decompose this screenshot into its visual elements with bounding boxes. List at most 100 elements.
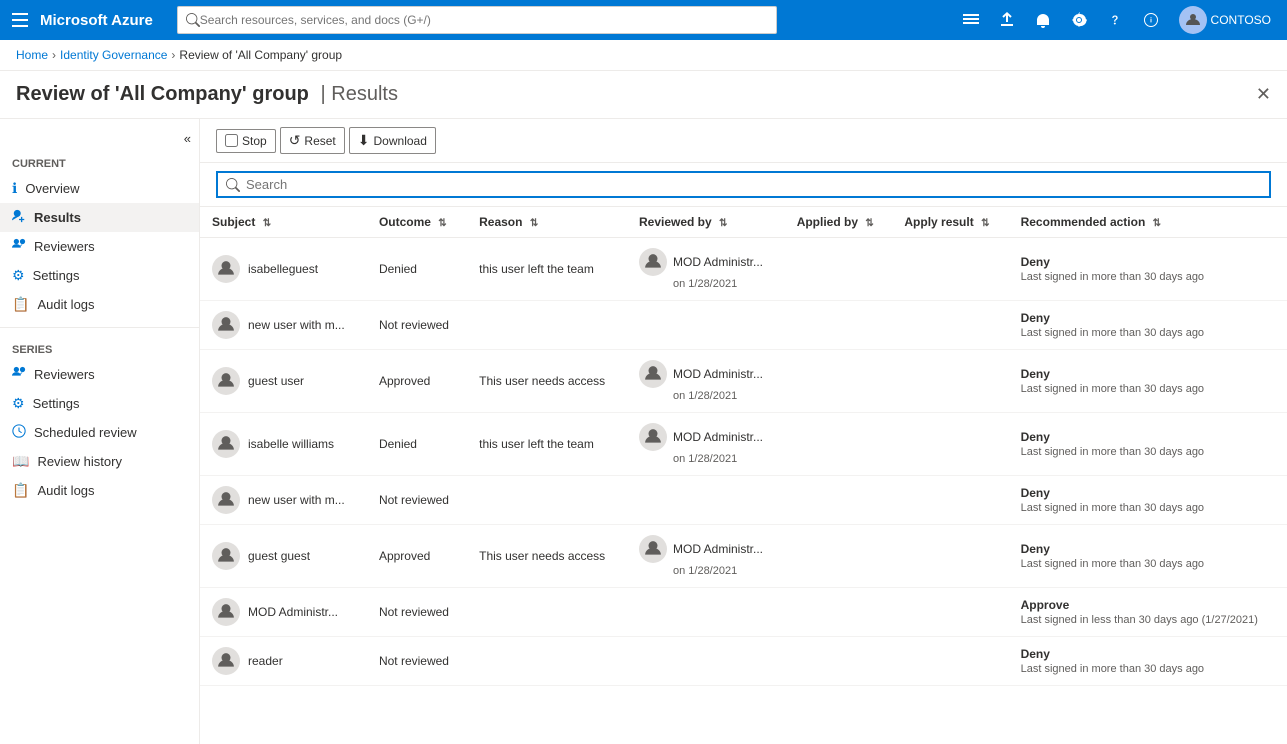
cell-subject: isabelle williams bbox=[200, 413, 367, 476]
cell-reviewed-by: MOD Administr... on 1/28/2021 bbox=[627, 238, 785, 301]
rec-label: Deny bbox=[1021, 486, 1275, 500]
stop-checkbox[interactable] bbox=[225, 134, 238, 147]
results-table: Subject ⇅ Outcome ⇅ Reason ⇅ Reviewed bbox=[200, 207, 1287, 686]
col-apply-result[interactable]: Apply result ⇅ bbox=[892, 207, 1008, 238]
subject-name: reader bbox=[248, 654, 283, 668]
review-date: on 1/28/2021 bbox=[639, 565, 773, 577]
user-area[interactable]: CONTOSO bbox=[1171, 6, 1279, 34]
sidebar-item-review-history[interactable]: 📖 Review history bbox=[0, 447, 199, 476]
rec-label: Deny bbox=[1021, 542, 1275, 556]
subject-avatar bbox=[212, 598, 240, 626]
col-rec-action[interactable]: Recommended action ⇅ bbox=[1009, 207, 1287, 238]
table-row: MOD Administr...Not reviewedApproveLast … bbox=[200, 588, 1287, 637]
sidebar-results-label: Results bbox=[34, 210, 81, 225]
subject-avatar bbox=[212, 311, 240, 339]
feedback-icon[interactable] bbox=[1135, 4, 1167, 36]
col-applied-by[interactable]: Applied by ⇅ bbox=[785, 207, 893, 238]
cell-apply-result bbox=[892, 413, 1008, 476]
cell-subject: MOD Administr... bbox=[200, 588, 367, 637]
cell-applied-by bbox=[785, 588, 893, 637]
table-row: new user with m...Not reviewedDenyLast s… bbox=[200, 476, 1287, 525]
subject-avatar bbox=[212, 647, 240, 675]
upload-icon[interactable] bbox=[991, 4, 1023, 36]
breadcrumb-home[interactable]: Home bbox=[16, 48, 48, 62]
cell-reason bbox=[467, 301, 627, 350]
sidebar-item-reviewers-series[interactable]: Reviewers bbox=[0, 360, 199, 389]
cell-subject: new user with m... bbox=[200, 301, 367, 350]
breadcrumb-identity-governance[interactable]: Identity Governance bbox=[60, 48, 167, 62]
col-subject[interactable]: Subject ⇅ bbox=[200, 207, 367, 238]
table-row: new user with m...Not reviewedDenyLast s… bbox=[200, 301, 1287, 350]
sidebar-collapse[interactable]: « bbox=[0, 127, 199, 150]
hamburger-menu[interactable] bbox=[8, 9, 32, 31]
cell-reviewed-by: MOD Administr...on 1/28/2021 bbox=[627, 413, 785, 476]
sidebar-item-audit-current[interactable]: 📋 Audit logs bbox=[0, 290, 199, 319]
reviewers-series-icon bbox=[12, 366, 26, 383]
sidebar-history-label: Review history bbox=[37, 454, 122, 469]
notifications-icon[interactable] bbox=[1027, 4, 1059, 36]
breadcrumb-sep1: › bbox=[52, 48, 56, 62]
table-search-input[interactable] bbox=[246, 177, 1261, 192]
sidebar-item-scheduled-review[interactable]: Scheduled review bbox=[0, 418, 199, 447]
collapse-icon[interactable]: « bbox=[184, 131, 191, 146]
sort-reviewed-icon[interactable]: ⇅ bbox=[719, 218, 727, 229]
col-outcome[interactable]: Outcome ⇅ bbox=[367, 207, 467, 238]
sidebar-item-settings-series[interactable]: ⚙ Settings bbox=[0, 389, 199, 418]
cell-subject: new user with m... bbox=[200, 476, 367, 525]
audit-icon: 📋 bbox=[12, 296, 29, 313]
rec-detail: Last signed in more than 30 days ago bbox=[1021, 663, 1275, 675]
reset-icon: ↺ bbox=[289, 132, 301, 149]
table-body: isabelleguestDeniedthis user left the te… bbox=[200, 238, 1287, 686]
sidebar-item-settings-current[interactable]: ⚙ Settings bbox=[0, 261, 199, 290]
rec-label: Deny bbox=[1021, 255, 1275, 269]
sidebar-scheduled-label: Scheduled review bbox=[34, 425, 137, 440]
current-section-label: Current bbox=[0, 150, 199, 174]
reviewer-name: MOD Administr... bbox=[673, 255, 763, 269]
sort-rec-icon[interactable]: ⇅ bbox=[1153, 218, 1161, 229]
settings-icon[interactable] bbox=[1063, 4, 1095, 36]
sidebar-item-overview[interactable]: ℹ Overview bbox=[0, 174, 199, 203]
cell-rec-action: ApproveLast signed in less than 30 days … bbox=[1009, 588, 1287, 637]
page-subtitle: | Results bbox=[321, 83, 398, 105]
cell-outcome: Approved bbox=[367, 350, 467, 413]
stop-button[interactable]: Stop bbox=[216, 129, 276, 153]
breadcrumb-sep2: › bbox=[171, 48, 175, 62]
cell-reviewed-by bbox=[627, 637, 785, 686]
download-button[interactable]: ⬇ Download bbox=[349, 127, 436, 154]
global-search-input[interactable] bbox=[200, 13, 768, 27]
col-reviewed-by[interactable]: Reviewed by ⇅ bbox=[627, 207, 785, 238]
sort-reason-icon[interactable]: ⇅ bbox=[530, 218, 538, 229]
sidebar-item-audit-series[interactable]: 📋 Audit logs bbox=[0, 476, 199, 505]
review-date: on 1/28/2021 bbox=[639, 278, 773, 290]
cell-rec-action: DenyLast signed in more than 30 days ago bbox=[1009, 525, 1287, 588]
sort-outcome-icon[interactable]: ⇅ bbox=[438, 218, 446, 229]
cell-apply-result bbox=[892, 301, 1008, 350]
reset-button[interactable]: ↺ Reset bbox=[280, 127, 345, 154]
subject-name: isabelle williams bbox=[248, 437, 334, 451]
cell-reviewed-by: MOD Administr...on 1/28/2021 bbox=[627, 350, 785, 413]
sidebar-divider bbox=[0, 327, 199, 328]
cell-reviewed-by: MOD Administr...on 1/28/2021 bbox=[627, 525, 785, 588]
cell-applied-by bbox=[785, 238, 893, 301]
col-reason[interactable]: Reason ⇅ bbox=[467, 207, 627, 238]
sort-applied-icon[interactable]: ⇅ bbox=[865, 218, 873, 229]
sidebar-item-results[interactable]: Results bbox=[0, 203, 199, 232]
audit-series-icon: 📋 bbox=[12, 482, 29, 499]
cell-reason: This user needs access bbox=[467, 350, 627, 413]
reviewer-avatar bbox=[639, 423, 667, 451]
global-search[interactable] bbox=[177, 6, 777, 34]
search-wrapper[interactable] bbox=[216, 171, 1271, 198]
cell-reviewed-by bbox=[627, 588, 785, 637]
rec-label: Approve bbox=[1021, 598, 1275, 612]
close-button[interactable]: ✕ bbox=[1256, 84, 1271, 105]
sidebar-item-reviewers-current[interactable]: Reviewers bbox=[0, 232, 199, 261]
cell-apply-result bbox=[892, 637, 1008, 686]
help-icon[interactable] bbox=[1099, 4, 1131, 36]
reviewer-avatar bbox=[639, 360, 667, 388]
rec-label: Deny bbox=[1021, 311, 1275, 325]
sidebar-audit-series-label: Audit logs bbox=[37, 483, 94, 498]
sort-result-icon[interactable]: ⇅ bbox=[981, 218, 989, 229]
sidebar-overview-label: Overview bbox=[25, 181, 79, 196]
cloud-shell-icon[interactable] bbox=[955, 4, 987, 36]
sort-subject-icon[interactable]: ⇅ bbox=[263, 218, 271, 229]
